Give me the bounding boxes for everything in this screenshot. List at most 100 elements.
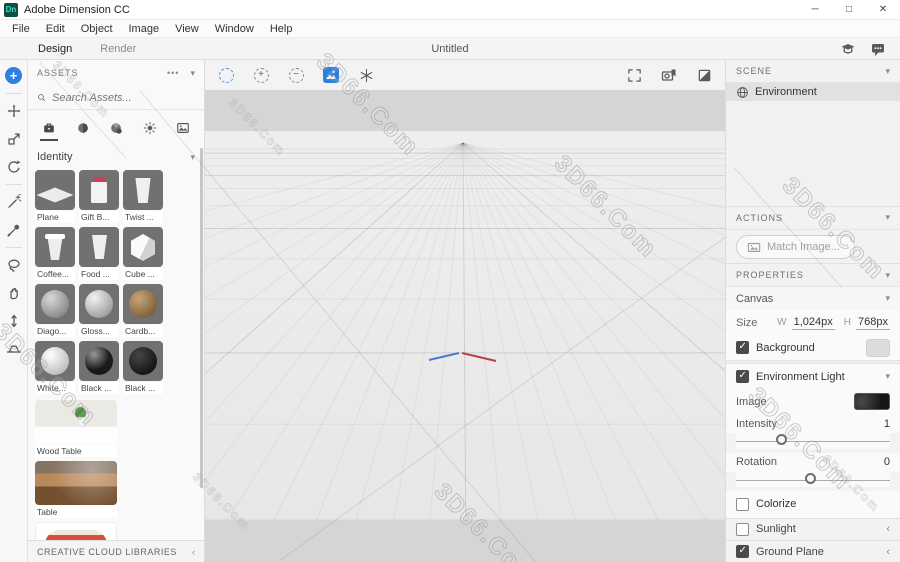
asset-card-black-matte-material[interactable]: Black ... bbox=[123, 341, 163, 394]
ground-plane-row[interactable]: Ground Plane ‹ bbox=[726, 540, 900, 562]
asset-card-black-glossy-material[interactable]: Black ... bbox=[79, 341, 119, 394]
canvas-group-header[interactable]: Canvas ▾ bbox=[726, 287, 900, 310]
maximize-button[interactable]: □ bbox=[832, 0, 866, 19]
creative-cloud-libraries-bar[interactable]: CREATIVE CLOUD LIBRARIES ‹ bbox=[28, 540, 204, 562]
divider bbox=[6, 184, 22, 185]
learn-icon[interactable] bbox=[840, 41, 856, 57]
orbit-tool-icon[interactable] bbox=[217, 66, 235, 84]
minimize-button[interactable]: ─ bbox=[798, 0, 832, 19]
lasso-select-tool[interactable] bbox=[3, 254, 25, 276]
asset-thumbnail bbox=[35, 170, 75, 210]
filter-lights-icon[interactable] bbox=[141, 120, 159, 136]
menu-view[interactable]: View bbox=[167, 23, 207, 35]
intensity-value[interactable]: 1 bbox=[884, 418, 890, 430]
asset-thumbnail bbox=[123, 284, 163, 324]
menu-object[interactable]: Object bbox=[73, 23, 121, 35]
magic-wand-tool[interactable] bbox=[3, 191, 25, 213]
hand-tool[interactable] bbox=[3, 282, 25, 304]
scene-header[interactable]: SCENE ▾ bbox=[726, 60, 900, 83]
title-bar: Dn Adobe Dimension CC ─ □ ✕ bbox=[0, 0, 900, 20]
assets-scrollbar[interactable] bbox=[200, 148, 203, 488]
close-button[interactable]: ✕ bbox=[866, 0, 900, 19]
image-row: Image bbox=[726, 389, 900, 414]
scale-tool[interactable] bbox=[3, 128, 25, 150]
filter-materials-icon[interactable] bbox=[107, 120, 125, 136]
frame-selection-icon[interactable] bbox=[625, 66, 643, 84]
horizon-tool[interactable] bbox=[3, 338, 25, 360]
asset-thumbnail bbox=[35, 461, 117, 505]
match-image-button[interactable]: Match Image... bbox=[736, 235, 855, 259]
colorize-row: Colorize bbox=[726, 491, 900, 518]
width-value[interactable]: 1,024px bbox=[792, 316, 835, 330]
rotation-slider[interactable] bbox=[736, 472, 890, 487]
filter-all-icon[interactable] bbox=[40, 120, 58, 136]
asset-label: Table bbox=[35, 506, 117, 518]
sunlight-checkbox[interactable] bbox=[736, 523, 749, 536]
filter-models-icon[interactable] bbox=[74, 120, 92, 136]
asset-thumbnail bbox=[123, 341, 163, 381]
colorize-checkbox[interactable] bbox=[736, 498, 749, 511]
asset-card-table[interactable]: Table bbox=[35, 461, 117, 518]
sunlight-row[interactable]: Sunlight ‹ bbox=[726, 518, 900, 540]
actions-header[interactable]: ACTIONS ▾ bbox=[726, 207, 900, 230]
rotate-tool[interactable] bbox=[3, 156, 25, 178]
canvas-viewport[interactable] bbox=[205, 131, 725, 520]
identity-model-grid: Plane Gift B... Twist ... Coffee... Food… bbox=[28, 168, 204, 398]
dolly-zoom-icon[interactable]: + bbox=[252, 66, 270, 84]
asset-thumbnail bbox=[79, 284, 119, 324]
rotation-value[interactable]: 0 bbox=[884, 456, 890, 468]
eyedropper-tool[interactable] bbox=[3, 219, 25, 241]
ground-plane-checkbox[interactable] bbox=[736, 545, 749, 558]
dolly-tool[interactable] bbox=[3, 310, 25, 332]
select-move-tool[interactable] bbox=[3, 100, 25, 122]
menu-help[interactable]: Help bbox=[262, 23, 301, 35]
panel-menu-icon[interactable]: ••• bbox=[167, 68, 179, 78]
link-dimensions-icon[interactable] bbox=[767, 316, 768, 330]
pan-tool-icon[interactable]: − bbox=[287, 66, 305, 84]
feedback-icon[interactable] bbox=[870, 41, 886, 57]
asset-card-glossy-material[interactable]: Gloss... bbox=[79, 284, 119, 337]
add-content-button[interactable]: + bbox=[5, 67, 22, 84]
background-color-swatch[interactable] bbox=[866, 339, 890, 357]
menu-edit[interactable]: Edit bbox=[38, 23, 73, 35]
slider-track[interactable] bbox=[736, 441, 890, 442]
slider-handle[interactable] bbox=[776, 434, 787, 445]
asset-card-white-material[interactable]: White... bbox=[35, 341, 75, 394]
filter-images-icon[interactable] bbox=[174, 120, 192, 136]
asset-card-diagonal-material[interactable]: Diago... bbox=[35, 284, 75, 337]
asset-card-cardboard-material[interactable]: Cardb... bbox=[123, 284, 163, 337]
reset-camera-origin-icon[interactable] bbox=[357, 66, 375, 84]
environment-image-thumbnail[interactable] bbox=[854, 393, 890, 410]
set-background-image-icon[interactable] bbox=[322, 66, 340, 84]
actions-header-label: ACTIONS bbox=[736, 213, 783, 223]
asset-card-wood-table[interactable]: Wood Table bbox=[35, 400, 117, 457]
asset-card-cube[interactable]: Cube ... bbox=[123, 227, 163, 280]
app-window: Dn Adobe Dimension CC ─ □ ✕ File Edit Ob… bbox=[0, 0, 900, 562]
chevron-down-icon[interactable]: ▾ bbox=[190, 68, 195, 78]
asset-label: Coffee... bbox=[35, 268, 75, 280]
asset-card-coffee-cup[interactable]: Coffee... bbox=[35, 227, 75, 280]
environment-light-checkbox[interactable] bbox=[736, 370, 749, 383]
ground-plane-label: Ground Plane bbox=[756, 546, 824, 558]
tab-design[interactable]: Design bbox=[24, 43, 86, 55]
intensity-slider[interactable] bbox=[736, 433, 890, 448]
camera-bookmarks-icon[interactable] bbox=[660, 66, 678, 84]
asset-thumbnail bbox=[79, 341, 119, 381]
menu-image[interactable]: Image bbox=[121, 23, 168, 35]
intensity-label: Intensity bbox=[736, 418, 777, 430]
tab-render[interactable]: Render bbox=[86, 43, 150, 55]
background-checkbox[interactable] bbox=[736, 341, 749, 354]
menu-file[interactable]: File bbox=[4, 23, 38, 35]
asset-card-food-container[interactable]: Food ... bbox=[79, 227, 119, 280]
section-header-identity[interactable]: Identity ▾ bbox=[28, 144, 204, 168]
scene-item-environment[interactable]: Environment bbox=[726, 83, 900, 101]
menu-window[interactable]: Window bbox=[207, 23, 262, 35]
asset-card-gift-bag[interactable]: Gift B... bbox=[79, 170, 119, 223]
height-value[interactable]: 768px bbox=[856, 316, 890, 330]
asset-card-twist-cup[interactable]: Twist ... bbox=[123, 170, 163, 223]
search-input[interactable] bbox=[52, 92, 195, 104]
render-preview-icon[interactable] bbox=[695, 66, 713, 84]
properties-header[interactable]: PROPERTIES ▾ bbox=[726, 264, 900, 287]
asset-card-plane[interactable]: Plane bbox=[35, 170, 75, 223]
slider-handle[interactable] bbox=[805, 473, 816, 484]
